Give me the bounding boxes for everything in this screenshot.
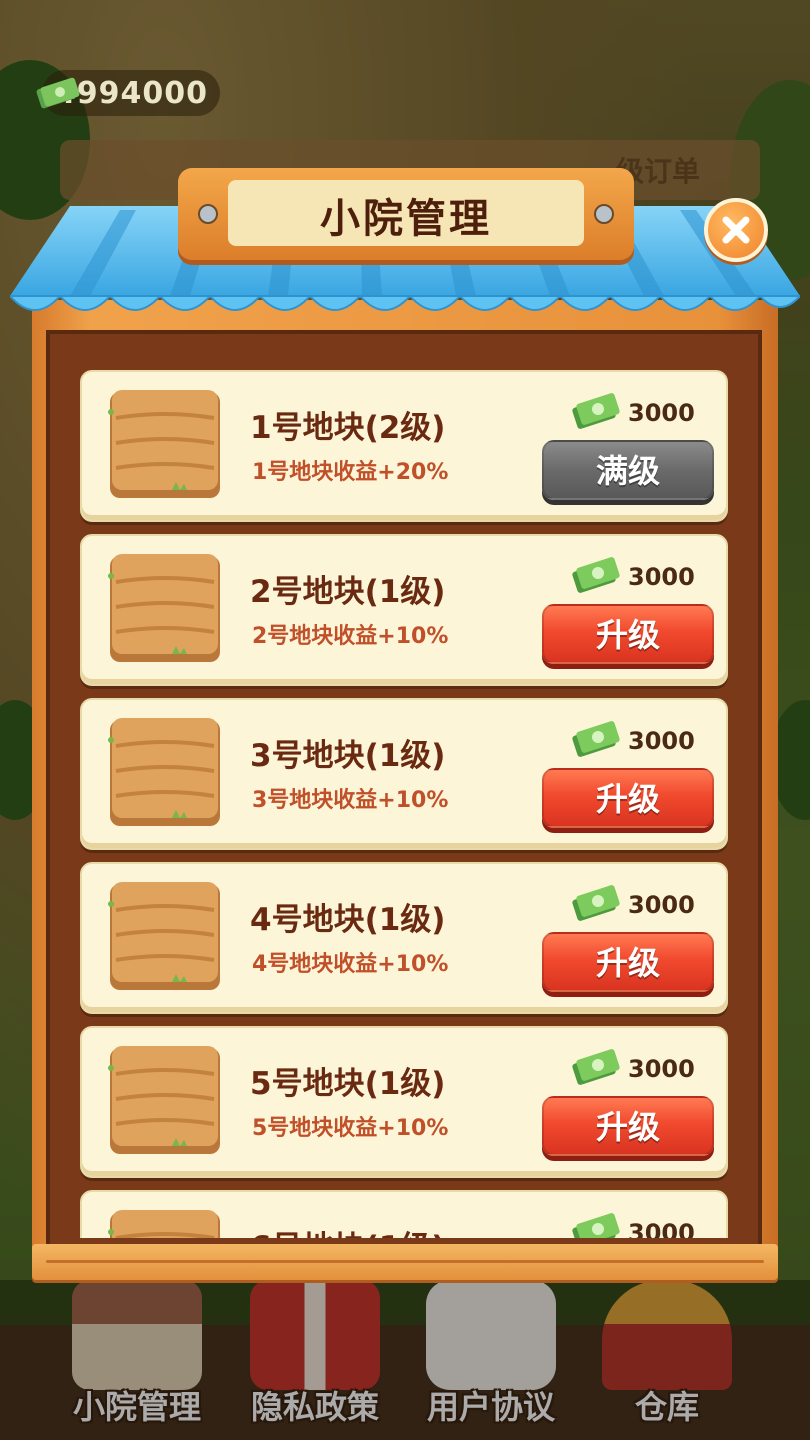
price-value: 3000 bbox=[628, 563, 695, 591]
plot-bonus: 5号地块收益+10% bbox=[252, 1116, 449, 1141]
soil-plot-icon bbox=[108, 388, 222, 502]
house-icon bbox=[72, 1280, 202, 1390]
cash-icon bbox=[570, 1046, 622, 1092]
tab-yard-management[interactable]: 小院管理 bbox=[62, 1280, 212, 1440]
cash-icon bbox=[570, 390, 622, 436]
price-value: 3000 bbox=[628, 399, 695, 427]
close-button[interactable] bbox=[704, 198, 768, 262]
tab-label: 用户协议 bbox=[426, 1388, 555, 1426]
tab-label: 仓库 bbox=[634, 1388, 699, 1426]
tab-label: 隐私政策 bbox=[250, 1388, 379, 1426]
plot-bonus: 2号地块收益+10% bbox=[252, 624, 449, 649]
soil-plot-icon bbox=[108, 1044, 222, 1158]
tab-warehouse[interactable]: 仓库 bbox=[592, 1280, 742, 1440]
max-level-button: 满级 bbox=[542, 440, 714, 500]
tab-privacy-policy[interactable]: 隐私政策 bbox=[240, 1280, 390, 1440]
gift-box-icon bbox=[250, 1280, 380, 1390]
plot-bonus: 1号地块收益+20% bbox=[252, 460, 449, 485]
soil-plot-icon bbox=[108, 716, 222, 830]
price-value: 3000 bbox=[628, 891, 695, 919]
plot-bonus: 4号地块收益+10% bbox=[252, 952, 449, 977]
plot-card: 2号地块(1级) 2号地块收益+10% 3000 升级 bbox=[80, 534, 728, 686]
dialog-bottom-rail bbox=[32, 1244, 778, 1280]
plot-card: 6号地块(1级) 6号地块收益+10% 3000 升级 bbox=[80, 1190, 728, 1238]
price-value: 3000 bbox=[628, 1055, 695, 1083]
title-sign: 小院管理 bbox=[178, 168, 634, 260]
cash-icon bbox=[570, 718, 622, 764]
plot-name: 4号地块(1级) bbox=[250, 902, 446, 938]
soil-plot-icon bbox=[108, 880, 222, 994]
plot-name: 3号地块(1级) bbox=[250, 738, 446, 774]
close-icon bbox=[722, 216, 750, 244]
plot-name: 1号地块(2级) bbox=[250, 410, 446, 446]
upgrade-price: 3000 bbox=[570, 882, 695, 928]
upgrade-price: 3000 bbox=[570, 1046, 695, 1092]
upgrade-price: 3000 bbox=[570, 390, 695, 436]
scroll-icon bbox=[426, 1280, 556, 1390]
plot-card: 3号地块(1级) 3号地块收益+10% 3000 升级 bbox=[80, 698, 728, 850]
upgrade-button[interactable]: 升级 bbox=[542, 604, 714, 664]
price-value: 3000 bbox=[628, 727, 695, 755]
upgrade-button[interactable]: 升级 bbox=[542, 932, 714, 992]
upgrade-button[interactable]: 升级 bbox=[542, 1096, 714, 1156]
cash-icon bbox=[570, 882, 622, 928]
plot-name: 6号地块(1级) bbox=[250, 1222, 445, 1238]
tab-label: 小院管理 bbox=[72, 1388, 201, 1426]
upgrade-price: 3000 bbox=[570, 1210, 695, 1238]
upgrade-price: 3000 bbox=[570, 718, 695, 764]
soil-plot-icon bbox=[108, 552, 222, 666]
dialog-title: 小院管理 bbox=[320, 196, 492, 242]
tab-user-agreement[interactable]: 用户协议 bbox=[416, 1280, 566, 1440]
plot-card: 5号地块(1级) 5号地块收益+10% 3000 升级 bbox=[80, 1026, 728, 1178]
cash-icon bbox=[570, 554, 622, 600]
money-counter: 4994000 bbox=[36, 70, 220, 116]
upgrade-price: 3000 bbox=[570, 554, 695, 600]
price-value: 3000 bbox=[628, 1219, 695, 1238]
plot-card: 1号地块(2级) 1号地块收益+20% 3000 满级 bbox=[80, 370, 728, 522]
plot-list[interactable]: 1号地块(2级) 1号地块收益+20% 3000 满级 2号地块(1级) 2号地… bbox=[80, 370, 730, 1238]
plot-name: 2号地块(1级) bbox=[250, 574, 446, 610]
soil-plot-icon bbox=[108, 1208, 222, 1238]
plot-card: 4号地块(1级) 4号地块收益+10% 3000 升级 bbox=[80, 862, 728, 1014]
cash-icon bbox=[36, 77, 80, 109]
plot-bonus: 3号地块收益+10% bbox=[252, 788, 449, 813]
barn-icon bbox=[602, 1280, 732, 1390]
cash-icon bbox=[570, 1210, 622, 1238]
plot-name: 5号地块(1级) bbox=[250, 1066, 446, 1102]
upgrade-button[interactable]: 升级 bbox=[542, 768, 714, 828]
